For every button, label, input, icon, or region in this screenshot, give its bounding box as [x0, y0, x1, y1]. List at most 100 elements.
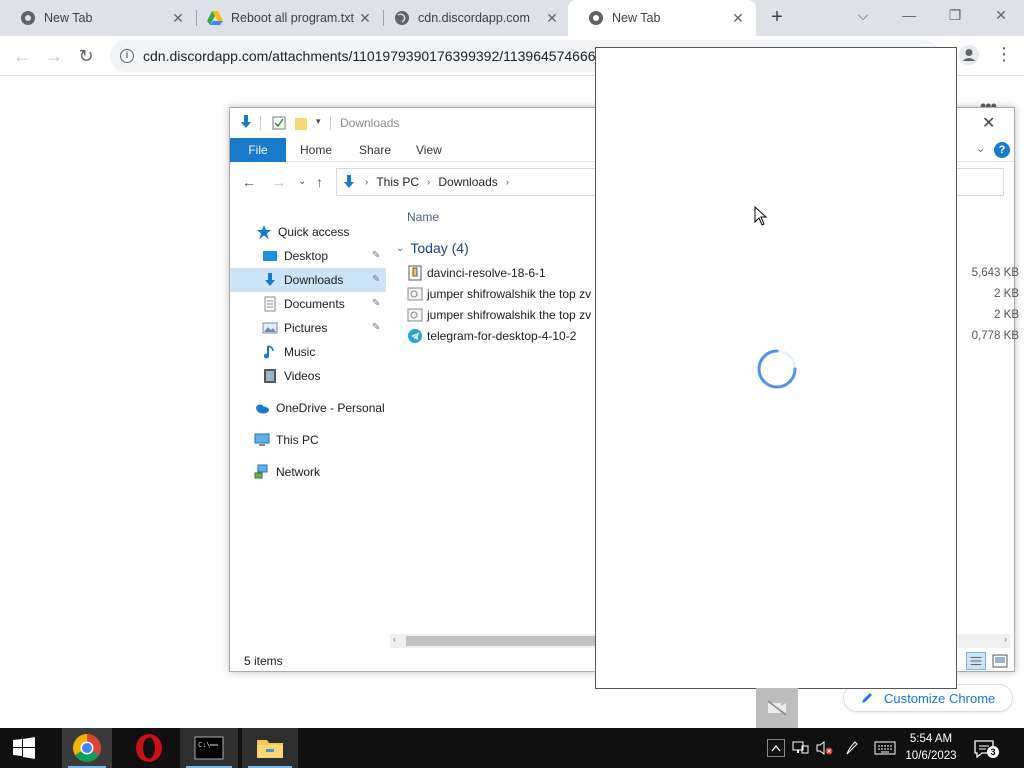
ribbon-expand-chevron-icon[interactable]: ⌄	[976, 142, 985, 155]
tab-reboot-all-program[interactable]: Reboot all program.txt ✕	[187, 0, 383, 36]
touch-keyboard-icon[interactable]	[873, 740, 897, 756]
tab-close-icon[interactable]: ✕	[170, 10, 186, 26]
back-button[interactable]: ←	[10, 44, 34, 68]
help-icon[interactable]: ?	[994, 142, 1010, 158]
taskbar-file-explorer[interactable]	[242, 728, 298, 768]
scrollbar-thumb[interactable]	[406, 636, 606, 646]
new-tab-button[interactable]: +	[766, 7, 788, 29]
video-icon	[264, 369, 276, 383]
breadcrumb-separator: ›	[427, 176, 431, 188]
explorer-back-button[interactable]: ←	[242, 174, 256, 190]
properties-icon[interactable]	[272, 116, 286, 130]
nav-item-network[interactable]: Network	[230, 460, 386, 484]
google-drive-icon	[207, 11, 223, 25]
title-divider	[260, 116, 261, 130]
archive-icon	[408, 265, 422, 281]
pin-icon: ✎	[372, 250, 381, 261]
loading-popup-window[interactable]	[595, 47, 957, 689]
restore-button[interactable]: ❐	[932, 0, 978, 30]
taskbar-chrome[interactable]	[62, 728, 112, 768]
windows-logo-icon	[13, 737, 35, 759]
volume-muted-icon[interactable]	[815, 740, 833, 756]
breadcrumb-downloads[interactable]: Downloads	[438, 175, 497, 189]
tab-close-icon[interactable]: ✕	[357, 10, 373, 26]
large-icons-view-icon[interactable]	[990, 652, 1010, 670]
breadcrumb-this-pc[interactable]: This PC	[376, 175, 419, 189]
scroll-right-arrow-icon[interactable]: ›	[1004, 634, 1007, 644]
nav-item-onedrive[interactable]: OneDrive - Personal	[230, 396, 386, 420]
nav-item-desktop[interactable]: Desktop ✎	[230, 244, 386, 268]
notification-count-badge: 3	[987, 746, 999, 758]
pictures-icon	[262, 322, 278, 334]
column-header-name[interactable]: Name	[407, 210, 439, 224]
nav-item-label: Pictures	[284, 321, 328, 335]
url-text[interactable]: cdn.discordapp.com/attachments/110197939…	[143, 48, 603, 64]
tab-close-icon[interactable]: ✕	[730, 10, 746, 26]
file-name: telegram-for-desktop-4-10-2	[427, 329, 577, 343]
camera-off-icon	[767, 700, 787, 716]
nav-item-downloads[interactable]: Downloads ✎	[230, 268, 386, 292]
taskbar-clock[interactable]: 5:54 AM 10/6/2023	[898, 731, 964, 765]
nav-item-videos[interactable]: Videos	[230, 364, 386, 388]
new-folder-icon[interactable]	[294, 116, 310, 130]
pin-icon: ✎	[372, 274, 381, 285]
explorer-navigation-pane: Quick access Desktop ✎ Downloads ✎ Docum…	[230, 216, 386, 656]
tab-title: New Tab	[44, 11, 93, 25]
explorer-forward-button[interactable]: →	[272, 174, 286, 190]
mouse-cursor-icon	[754, 206, 768, 226]
network-status-icon[interactable]	[791, 740, 809, 756]
file-name: jumper shifrowalshik the top zv	[427, 308, 592, 322]
file-size: 0,778 KB	[971, 330, 1019, 342]
file-name: jumper shifrowalshik the top zv	[427, 287, 592, 301]
quick-access-toolbar-chevron-icon[interactable]: ▾	[316, 116, 321, 127]
site-info-icon[interactable]: i	[120, 49, 134, 63]
close-window-button[interactable]: ✕	[978, 0, 1024, 30]
scroll-left-arrow-icon[interactable]: ‹	[393, 634, 396, 644]
nav-item-music[interactable]: Music	[230, 340, 386, 364]
chrome-icon	[589, 11, 603, 25]
minimize-button[interactable]: —	[886, 0, 932, 30]
nav-item-this-pc[interactable]: This PC	[230, 428, 386, 452]
download-arrow-icon	[344, 175, 354, 188]
nav-item-pictures[interactable]: Pictures ✎	[230, 316, 386, 340]
ribbon-tab-share[interactable]: Share	[359, 138, 391, 162]
ribbon-tab-view[interactable]: View	[416, 138, 442, 162]
show-hidden-icons-icon[interactable]	[767, 739, 785, 757]
nav-item-label: Videos	[284, 369, 321, 383]
nav-item-documents[interactable]: Documents ✎	[230, 292, 386, 316]
explorer-close-icon[interactable]: ✕	[982, 113, 995, 133]
ribbon-tab-home[interactable]: Home	[300, 138, 332, 162]
pen-workspace-icon[interactable]	[843, 740, 861, 756]
collapse-chevron-icon: ⌄	[396, 242, 405, 254]
chrome-menu-icon[interactable]: ⋮	[995, 44, 1013, 68]
taskbar-terminal[interactable]: C:\	[180, 728, 238, 768]
customize-chrome-label: Customize Chrome	[884, 690, 996, 706]
reload-button[interactable]: ↻	[74, 44, 98, 68]
loading-spinner-icon	[757, 349, 797, 389]
tab-close-icon[interactable]: ✕	[544, 10, 560, 26]
tab-new-tab-active[interactable]: New Tab ✕	[568, 0, 756, 36]
chrome-icon	[73, 734, 101, 762]
taskbar-opera[interactable]	[124, 728, 174, 768]
tab-cdn-discordapp[interactable]: cdn.discordapp.com ✕	[374, 0, 570, 36]
start-button[interactable]	[0, 728, 48, 768]
details-view-icon[interactable]	[966, 652, 986, 670]
nav-item-quick-access[interactable]: Quick access	[230, 220, 386, 244]
recent-locations-chevron-icon[interactable]: ⌄	[298, 176, 306, 187]
group-header-today[interactable]: ⌄ Today (4)	[396, 240, 469, 256]
profile-avatar-icon[interactable]	[958, 44, 980, 66]
up-folder-button[interactable]: ↑	[316, 174, 323, 190]
document-icon	[264, 296, 276, 312]
ribbon-tab-file[interactable]: File	[230, 138, 286, 162]
download-icon	[265, 273, 275, 286]
text-file-icon	[407, 308, 423, 322]
text-file-icon	[407, 287, 423, 301]
breadcrumb-separator: ›	[505, 176, 510, 188]
globe-icon	[395, 11, 409, 25]
tab-search-icon[interactable]: ⌵	[840, 0, 886, 30]
network-icon	[254, 464, 268, 479]
tab-new-tab-1[interactable]: New Tab ✕	[0, 0, 196, 36]
forward-button[interactable]: →	[42, 44, 66, 68]
nav-item-label: Quick access	[278, 225, 350, 239]
nav-item-label: OneDrive - Personal	[276, 401, 385, 415]
